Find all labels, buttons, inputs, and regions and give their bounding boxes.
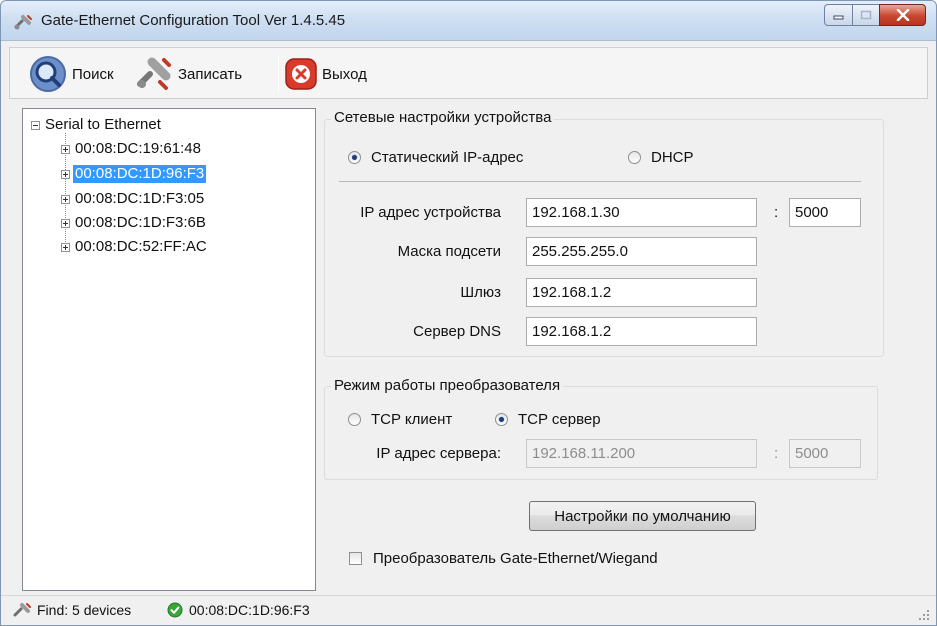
tree-item-label: 00:08:DC:52:FF:AC <box>75 238 207 255</box>
subnet-mask-label: Маска подсети <box>397 243 501 260</box>
tree-item-label: 00:08:DC:1D:F3:6B <box>75 214 206 231</box>
exit-icon <box>285 58 317 90</box>
expand-icon[interactable] <box>61 194 70 204</box>
radio-tcp-client-dot[interactable] <box>348 413 361 426</box>
search-button-label: Поиск <box>72 65 114 83</box>
network-separator <box>339 181 861 182</box>
mode-group-title: Режим работы преобразователя <box>331 377 564 394</box>
wiegand-checkbox[interactable]: Преобразователь Gate-Ethernet/Wiegand <box>349 550 658 567</box>
tree-item-label: 00:08:DC:1D:96:F3 <box>73 165 207 183</box>
wiegand-checkbox-box[interactable] <box>349 552 362 565</box>
expand-icon[interactable] <box>61 242 70 252</box>
server-port-input[interactable] <box>789 439 861 468</box>
tree-item[interactable]: 00:08:DC:1D:F3:6B <box>61 213 208 233</box>
tree-item-selected[interactable]: 00:08:DC:1D:96:F3 <box>61 164 207 184</box>
network-plug-icon <box>14 15 32 30</box>
device-port-input[interactable] <box>789 198 861 227</box>
dhcp-radio[interactable]: DHCP <box>628 149 694 166</box>
tree-item-label: 00:08:DC:1D:F3:05 <box>75 190 205 207</box>
gateway-input[interactable] <box>526 278 757 307</box>
dns-server-label: Сервер DNS <box>413 323 501 340</box>
resize-grip-icon[interactable] <box>918 609 930 621</box>
port-separator: : <box>774 204 779 221</box>
exit-button-label: Выход <box>322 65 367 83</box>
tcp-client-radio[interactable]: TCP клиент <box>348 411 452 428</box>
tcp-server-radio[interactable]: TCP сервер <box>495 411 601 428</box>
device-ip-label: IP адрес устройства <box>360 204 501 221</box>
close-button[interactable] <box>879 4 926 26</box>
minimize-button[interactable] <box>824 4 852 26</box>
tree-item[interactable]: 00:08:DC:52:FF:AC <box>61 237 209 257</box>
expand-icon[interactable] <box>61 169 70 179</box>
subnet-mask-input[interactable] <box>526 237 757 266</box>
app-window: Gate-Ethernet Configuration Tool Ver 1.4… <box>0 0 937 626</box>
write-button-label: Записать <box>178 65 243 83</box>
write-button[interactable]: Записать <box>134 54 242 94</box>
tcp-server-label: TCP сервер <box>518 411 601 428</box>
tree-item-label: 00:08:DC:19:61:48 <box>75 140 201 157</box>
wiegand-checkbox-label: Преобразователь Gate-Ethernet/Wiegand <box>373 550 658 567</box>
check-ok-icon <box>167 602 183 618</box>
radio-static-ip-dot[interactable] <box>348 151 361 164</box>
minimize-icon <box>833 15 843 20</box>
radio-tcp-server-dot[interactable] <box>495 413 508 426</box>
window-controls <box>824 4 926 26</box>
tcp-client-label: TCP клиент <box>371 411 453 428</box>
window-title: Gate-Ethernet Configuration Tool Ver 1.4… <box>41 12 346 29</box>
maximize-button[interactable] <box>852 4 879 26</box>
maximize-icon <box>860 10 872 20</box>
status-selected-device: 00:08:DC:1D:96:F3 <box>167 602 310 618</box>
title-bar[interactable]: Gate-Ethernet Configuration Tool Ver 1.4… <box>1 1 936 41</box>
restore-defaults-button[interactable]: Настройки по умолчанию <box>529 501 756 531</box>
toolbar: Поиск Записать Выход <box>9 47 928 99</box>
server-ip-label: IP адрес сервера: <box>376 445 501 462</box>
tree-root[interactable]: Serial to Ethernet <box>31 115 163 135</box>
dns-server-input[interactable] <box>526 317 757 346</box>
tree-item[interactable]: 00:08:DC:1D:F3:05 <box>61 189 206 209</box>
network-settings-title: Сетевые настройки устройства <box>331 109 555 126</box>
server-port-separator: : <box>774 445 779 462</box>
expand-icon[interactable] <box>61 144 70 154</box>
gateway-label: Шлюз <box>460 284 501 301</box>
collapse-icon[interactable] <box>31 120 40 130</box>
close-icon <box>896 9 909 21</box>
device-ip-input[interactable] <box>526 198 757 227</box>
network-plug-icon <box>13 603 31 617</box>
status-find-text: Find: 5 devices <box>37 602 132 618</box>
status-bar: Find: 5 devices 00:08:DC:1D:96:F3 <box>1 595 936 625</box>
dhcp-label: DHCP <box>651 149 694 166</box>
search-button[interactable]: Поиск <box>28 54 114 94</box>
status-selected-mac: 00:08:DC:1D:96:F3 <box>189 602 310 618</box>
static-ip-label: Статический IP-адрес <box>371 149 524 166</box>
server-ip-input[interactable] <box>526 439 757 468</box>
status-find: Find: 5 devices <box>13 602 131 618</box>
tree-item[interactable]: 00:08:DC:19:61:48 <box>61 139 203 159</box>
tree-root-label: Serial to Ethernet <box>45 116 161 133</box>
search-icon <box>30 56 66 92</box>
toolbar-separator <box>278 55 279 93</box>
exit-button[interactable]: Выход <box>284 54 367 94</box>
radio-dhcp-dot[interactable] <box>628 151 641 164</box>
device-tree[interactable]: Serial to Ethernet 00:08:DC:19:61:48 00:… <box>22 108 316 591</box>
network-plug-icon <box>137 57 171 90</box>
static-ip-radio[interactable]: Статический IP-адрес <box>348 149 523 166</box>
expand-icon[interactable] <box>61 218 70 228</box>
